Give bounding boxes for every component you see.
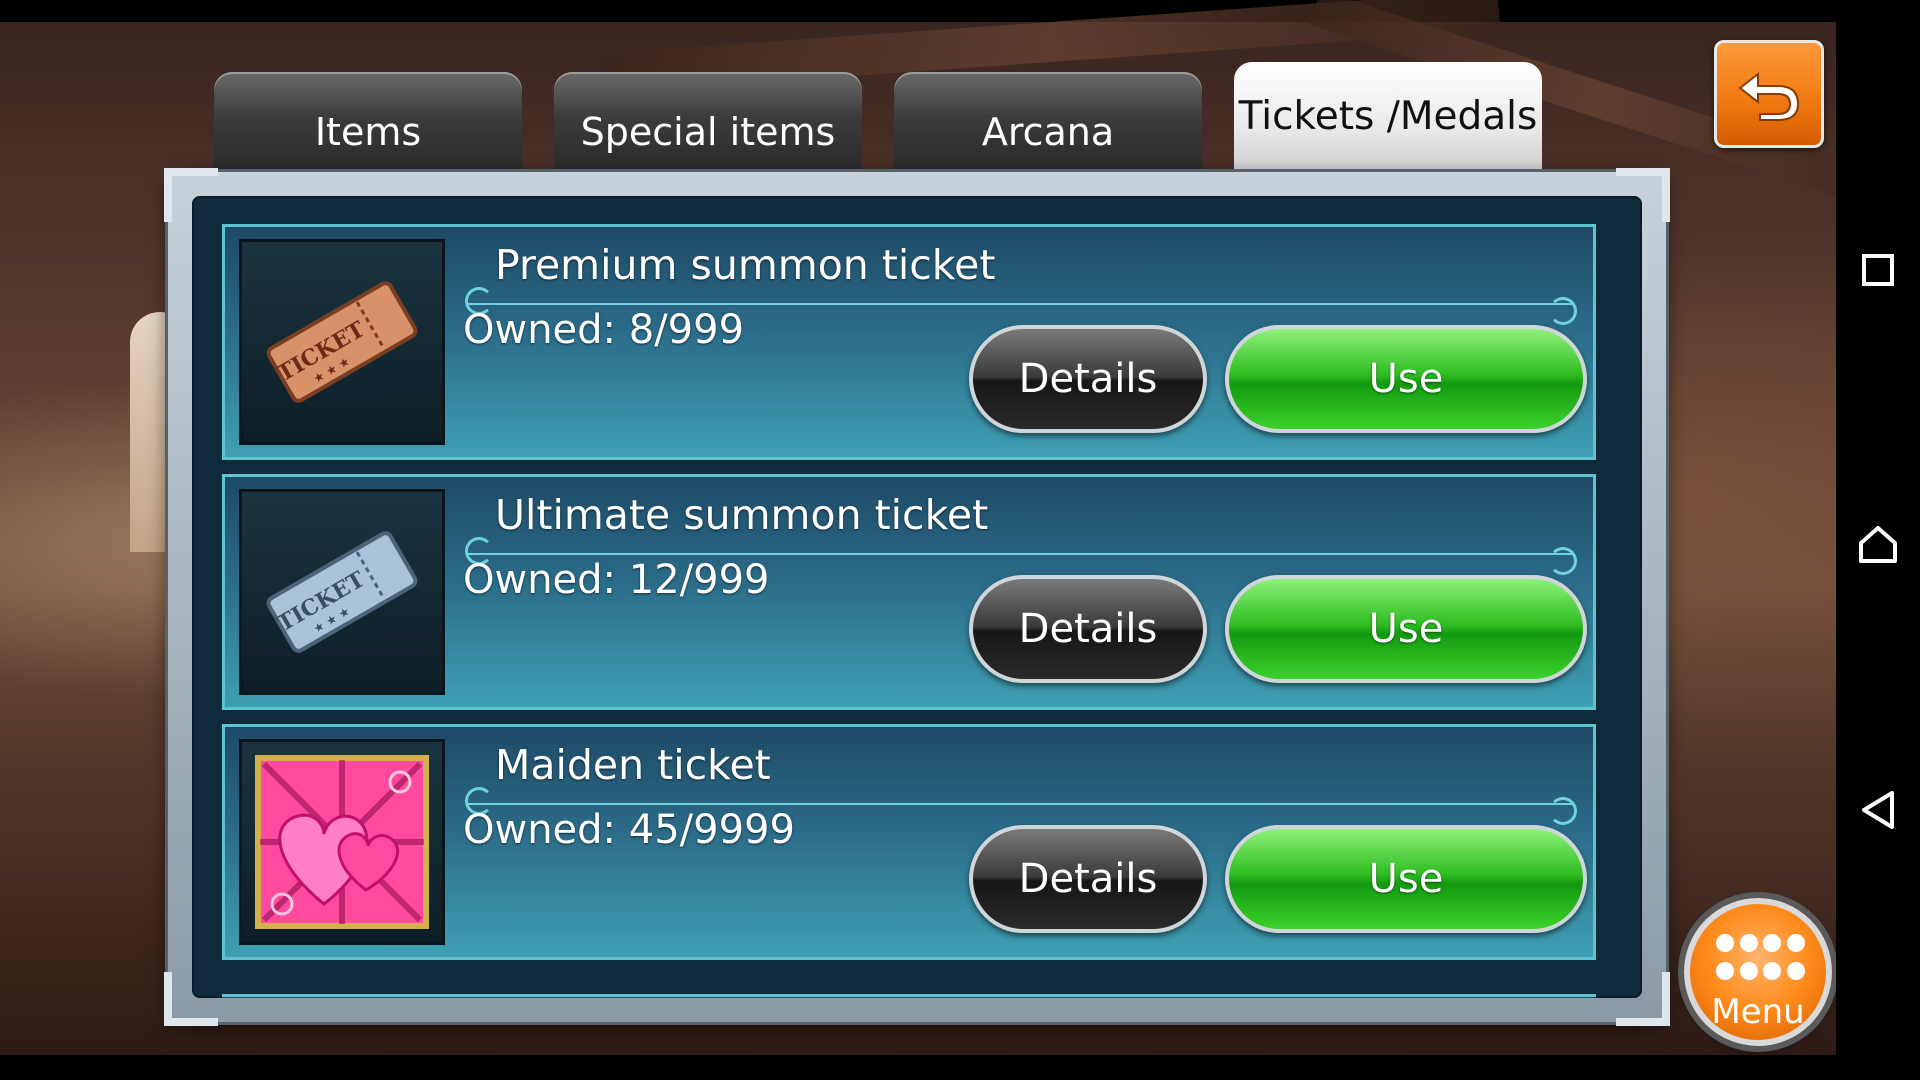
list-item: Maiden ticket Owned: 45/9999 Details Use <box>222 724 1596 960</box>
inventory-panel: TICKET ★ ★ ★ Premium summon ticket Owned… <box>164 168 1670 1026</box>
menu-button[interactable]: Menu <box>1684 898 1832 1046</box>
owned-count: Owned: 8/999 <box>463 307 745 353</box>
system-nav-bar <box>1836 0 1920 1080</box>
return-arrow-icon <box>1738 71 1800 121</box>
heart-ticket-icon <box>239 739 445 945</box>
use-button[interactable]: Use <box>1225 825 1587 933</box>
item-name: Maiden ticket <box>495 741 771 789</box>
use-button[interactable]: Use <box>1225 325 1587 433</box>
details-button[interactable]: Details <box>969 825 1207 933</box>
item-list[interactable]: TICKET ★ ★ ★ Premium summon ticket Owned… <box>192 196 1642 998</box>
details-button[interactable]: Details <box>969 325 1207 433</box>
owned-count: Owned: 45/9999 <box>463 807 795 853</box>
grid-dots-icon <box>1716 934 1806 984</box>
use-button[interactable]: Use <box>1225 575 1587 683</box>
tab-tickets-medals[interactable]: Tickets /Medals <box>1234 62 1542 174</box>
back-button[interactable] <box>1714 40 1824 148</box>
tab-items[interactable]: Items <box>214 72 522 172</box>
owned-count: Owned: 12/999 <box>463 557 770 603</box>
list-item: TICKET ★ ★ ★ Ultimate summon ticket Owne… <box>222 474 1596 710</box>
details-button[interactable]: Details <box>969 575 1207 683</box>
back-triangle-icon[interactable] <box>1854 786 1902 834</box>
recents-square-icon[interactable] <box>1854 246 1902 294</box>
bronze-ticket-icon: TICKET ★ ★ ★ <box>239 239 445 445</box>
silver-ticket-icon: TICKET ★ ★ ★ <box>239 489 445 695</box>
menu-label: Menu <box>1711 992 1805 1032</box>
item-name: Premium summon ticket <box>495 241 996 289</box>
list-item-partial <box>222 994 1596 998</box>
tab-arcana[interactable]: Arcana <box>894 72 1202 172</box>
home-icon[interactable] <box>1854 520 1902 568</box>
list-item: TICKET ★ ★ ★ Premium summon ticket Owned… <box>222 224 1596 460</box>
tab-special-items[interactable]: Special items <box>554 72 862 172</box>
item-name: Ultimate summon ticket <box>495 491 989 539</box>
